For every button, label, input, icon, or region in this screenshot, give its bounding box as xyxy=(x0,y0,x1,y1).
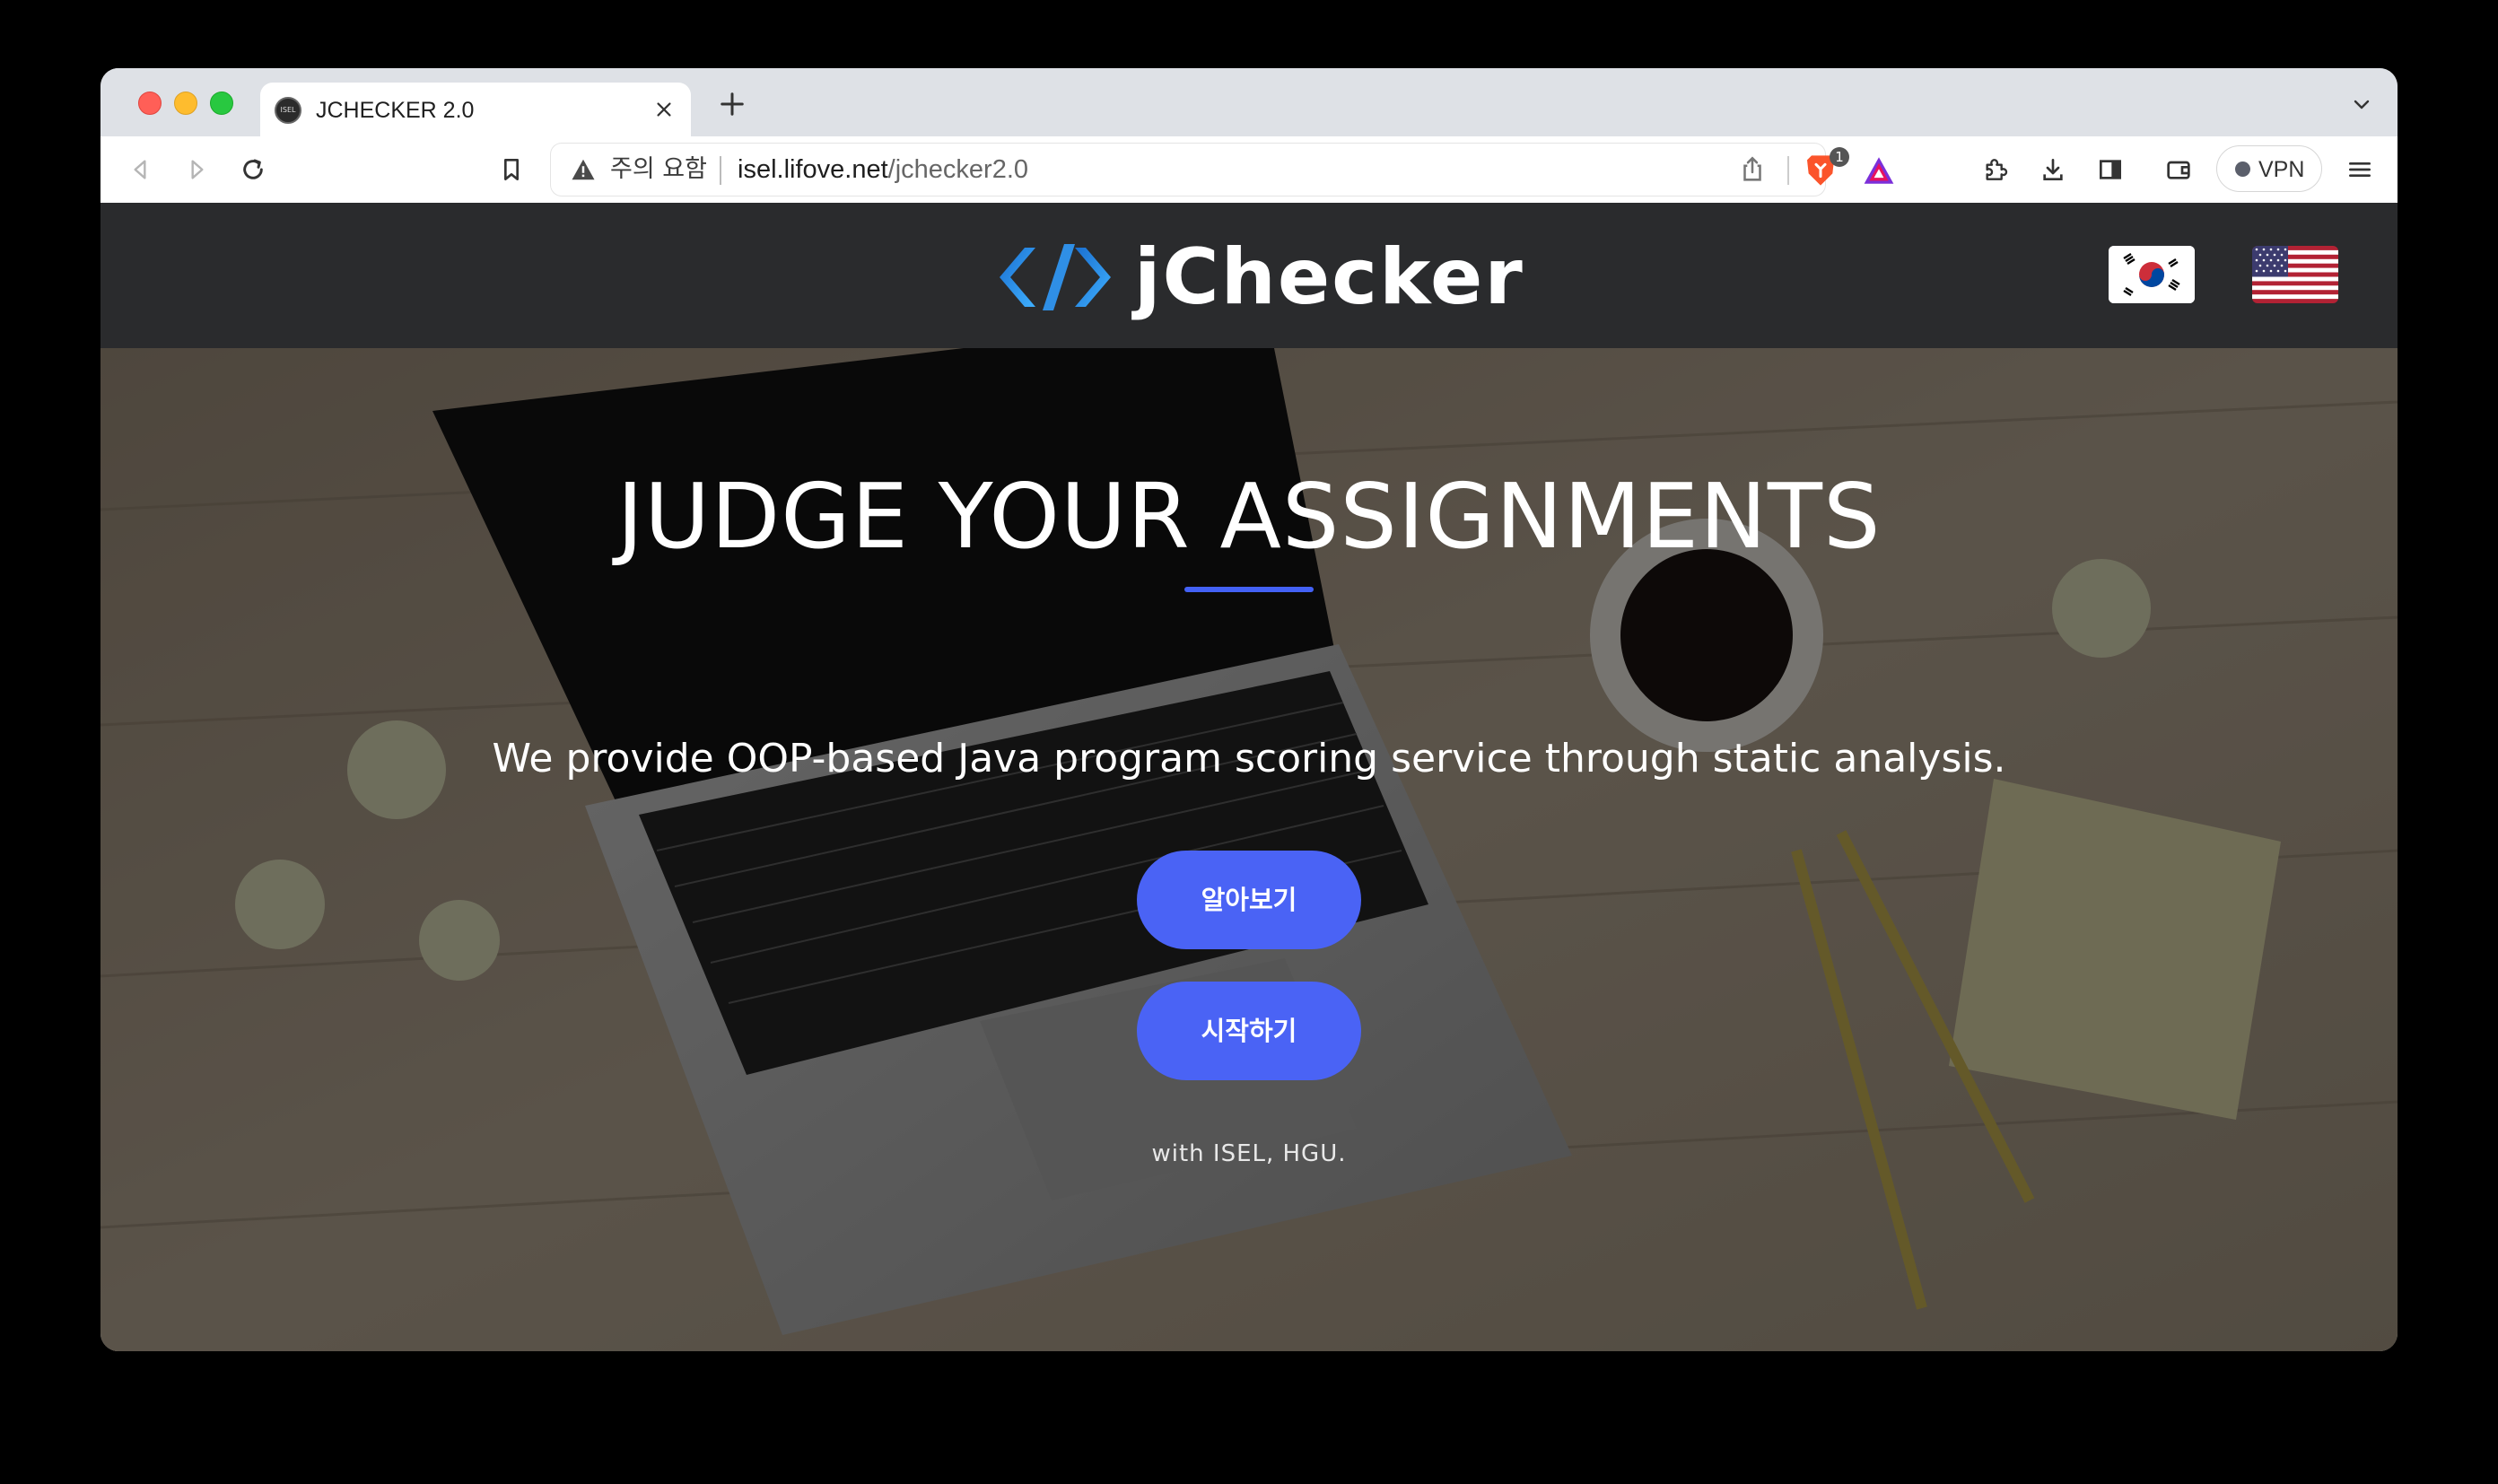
tab-title: JCHECKER 2.0 xyxy=(316,98,475,123)
minimize-window-button[interactable] xyxy=(174,92,197,115)
korean-flag-button[interactable] xyxy=(2109,246,2195,303)
url-divider-2 xyxy=(1787,156,1789,185)
hero-subtitle: We provide OOP-based Java program scorin… xyxy=(492,736,2006,781)
hero-section: JUDGE YOUR ASSIGNMENTS We provide OOP-ba… xyxy=(100,348,2398,1351)
hero-title: JUDGE YOUR ASSIGNMENTS xyxy=(616,464,1882,569)
learn-more-button[interactable]: 알아보기 xyxy=(1137,851,1361,949)
address-bar[interactable]: 주의 요함 isel.lifove.net/jchecker2.0 1 xyxy=(551,144,1894,196)
browser-window: ISEL JCHECKER 2.0 주의 요함 isel.lifove.net/… xyxy=(100,68,2398,1351)
favicon-icon: ISEL xyxy=(275,97,301,124)
brave-rewards-icon[interactable] xyxy=(1861,154,1897,187)
logo-text: jChecker xyxy=(1134,232,1524,322)
get-started-button[interactable]: 시작하기 xyxy=(1137,982,1361,1080)
browser-tab[interactable]: ISEL JCHECKER 2.0 xyxy=(260,83,691,136)
browser-toolbar: 주의 요함 isel.lifove.net/jchecker2.0 1 VPN xyxy=(100,136,2398,204)
zoom-window-button[interactable] xyxy=(210,92,233,115)
share-icon[interactable] xyxy=(1737,154,1768,185)
hero-credit: with ISEL, HGU. xyxy=(1151,1140,1347,1167)
url-host: isel.lifove.net xyxy=(738,155,888,184)
hamburger-menu-icon[interactable] xyxy=(2342,152,2378,188)
reload-icon[interactable] xyxy=(235,152,271,188)
tab-strip: ISEL JCHECKER 2.0 xyxy=(100,68,2398,136)
bookmark-icon[interactable] xyxy=(493,152,529,188)
code-brackets-icon xyxy=(1000,244,1111,310)
vpn-status-icon xyxy=(2235,161,2250,177)
shields-count-badge: 1 xyxy=(1830,147,1849,167)
security-warning-label[interactable]: 주의 요함 xyxy=(610,155,707,184)
vpn-button[interactable]: VPN xyxy=(2216,145,2322,192)
puzzle-icon[interactable] xyxy=(1978,152,2013,188)
us-flag-button[interactable] xyxy=(2252,246,2338,303)
site-logo[interactable]: jChecker xyxy=(989,228,1527,327)
new-tab-button[interactable] xyxy=(714,86,750,122)
tab-close-icon[interactable] xyxy=(648,93,680,126)
site-header: jChecker xyxy=(100,203,2398,348)
forward-arrow-icon[interactable] xyxy=(179,152,215,188)
wallet-icon[interactable] xyxy=(2161,152,2197,188)
url-divider xyxy=(720,156,721,185)
close-window-button[interactable] xyxy=(138,92,162,115)
title-underline xyxy=(1184,587,1314,592)
url-path: /jchecker2.0 xyxy=(887,155,1029,184)
chevron-down-icon[interactable] xyxy=(2345,88,2378,120)
web-page: jChecker JUDGE YOUR ASSIGNMENTS We provi… xyxy=(100,203,2398,1351)
url-text[interactable]: isel.lifove.net/jchecker2.0 xyxy=(738,154,1028,185)
vpn-label: VPN xyxy=(2258,157,2305,182)
sidebar-icon[interactable] xyxy=(2092,152,2128,188)
warning-icon xyxy=(572,159,595,180)
back-arrow-icon[interactable] xyxy=(122,152,158,188)
download-icon[interactable] xyxy=(2035,152,2071,188)
